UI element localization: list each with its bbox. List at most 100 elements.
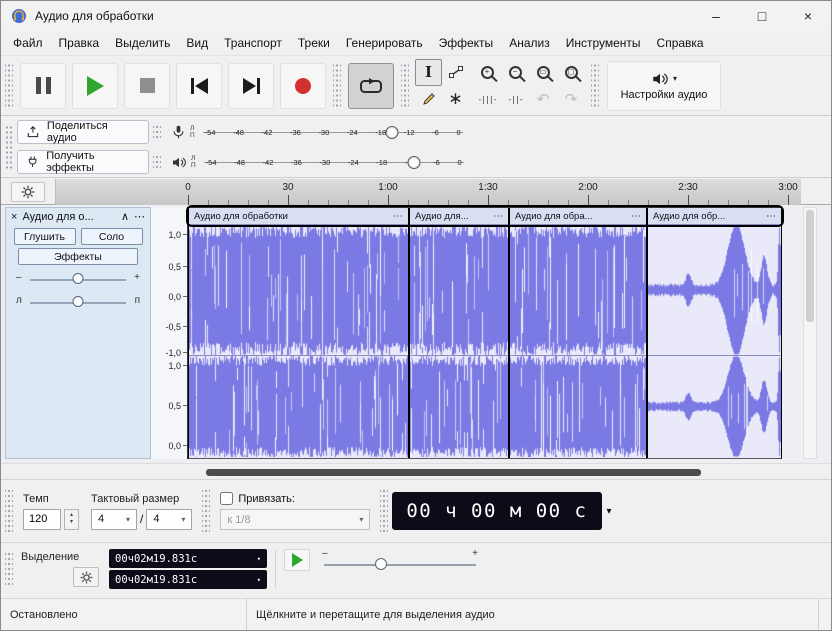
toolbar-grip[interactable]: [5, 550, 13, 588]
menu-item[interactable]: Инструменты: [558, 36, 649, 50]
waveform-left-channel[interactable]: [648, 225, 781, 355]
menu-item[interactable]: Треки: [290, 36, 338, 50]
vertical-scrollbar-thumb[interactable]: [806, 210, 814, 322]
skip-to-end-button[interactable]: [228, 62, 274, 109]
toolbar-grip[interactable]: [5, 125, 13, 169]
menu-item[interactable]: Транспорт: [216, 36, 290, 50]
pause-button[interactable]: [20, 62, 66, 109]
trim-outside-selection-button[interactable]: -|||-: [473, 86, 501, 113]
track-menu-button[interactable]: ⋯: [134, 210, 145, 223]
toolbar-grip[interactable]: [153, 156, 161, 168]
horizontal-scrollbar[interactable]: [1, 463, 831, 480]
maximize-button[interactable]: □: [739, 1, 785, 31]
vertical-scale-ruler[interactable]: 1,0 0,5 0,0 -0,5 -1,0 1,0 0,5 0,0: [151, 207, 188, 459]
waveform-right-channel[interactable]: [189, 356, 408, 457]
waveform-right-channel[interactable]: [410, 356, 508, 457]
waveform-left-channel[interactable]: [189, 225, 408, 355]
zoom-out-button[interactable]: −: [501, 59, 529, 86]
multi-tool-button[interactable]: ∗: [442, 86, 469, 113]
menu-item[interactable]: Анализ: [501, 36, 558, 50]
zoom-selection-button[interactable]: ▭: [529, 59, 557, 86]
clip-header[interactable]: Аудио для... ⋯: [410, 208, 508, 225]
selection-settings-button[interactable]: [73, 567, 99, 587]
toolbar-grip[interactable]: [591, 63, 599, 108]
time-signature-upper-select[interactable]: 4 ▾: [91, 508, 137, 530]
toolbar-grip[interactable]: [380, 487, 389, 535]
waveform-left-channel[interactable]: [510, 225, 646, 355]
collapse-track-button[interactable]: ∧: [121, 210, 129, 223]
audio-clip[interactable]: Аудио для обра... ⋯: [508, 208, 646, 458]
zoom-fit-button[interactable]: ◻: [557, 59, 585, 86]
toolbar-grip[interactable]: [202, 487, 211, 535]
record-volume-slider[interactable]: [385, 126, 399, 139]
speed-slider-thumb[interactable]: [374, 558, 387, 570]
snap-checkbox[interactable]: [220, 492, 234, 505]
toolbar-grip[interactable]: [5, 63, 13, 108]
tempo-input[interactable]: [23, 508, 61, 530]
undo-button[interactable]: ↶: [529, 86, 557, 113]
menu-item[interactable]: Эффекты: [431, 36, 502, 50]
toolbar-grip[interactable]: [153, 126, 161, 138]
playback-speed-slider[interactable]: – +: [320, 546, 480, 580]
clip-menu-button[interactable]: ⋯: [766, 211, 776, 222]
envelope-tool-button[interactable]: [442, 59, 469, 86]
zoom-in-button[interactable]: +: [473, 59, 501, 86]
clip-header[interactable]: Аудио для обра... ⋯: [510, 208, 646, 225]
stop-button[interactable]: [124, 62, 170, 109]
clip-menu-button[interactable]: ⋯: [393, 211, 403, 222]
spinner-up-icon[interactable]: ▴: [70, 512, 73, 519]
playback-volume-slider[interactable]: [407, 156, 421, 169]
selection-start-field[interactable]: 00ч02м19.831с ▾: [109, 549, 267, 568]
audio-setup-button[interactable]: ▾ Настройки аудио: [607, 60, 721, 111]
menu-item[interactable]: Вид: [178, 36, 216, 50]
menu-item[interactable]: Правка: [51, 36, 108, 50]
track-waveform-area[interactable]: Аудио для обработки ⋯ Аудио для... ⋯ Ауд…: [188, 207, 782, 459]
play-button[interactable]: [72, 62, 118, 109]
time-format-menu-button[interactable]: ▾: [607, 506, 612, 517]
snap-mode-select[interactable]: к 1/8 ▾: [220, 509, 371, 530]
spinner-down-icon[interactable]: ▾: [70, 519, 73, 526]
minimize-button[interactable]: –: [693, 1, 739, 31]
close-track-button[interactable]: ×: [11, 211, 17, 223]
waveform-right-channel[interactable]: [510, 356, 646, 457]
get-effects-button[interactable]: Получить эффекты: [17, 150, 149, 174]
timeline-options-button[interactable]: [11, 182, 45, 202]
toolbar-grip[interactable]: [5, 487, 13, 535]
audio-clip[interactable]: Аудио для обработки ⋯: [189, 208, 408, 458]
menu-item[interactable]: Справка: [649, 36, 712, 50]
silence-selection-button[interactable]: -||-: [501, 86, 529, 113]
selection-end-field[interactable]: 00ч02м19.831с ▾: [109, 570, 267, 589]
clip-menu-button[interactable]: ⋯: [631, 211, 641, 222]
redo-button[interactable]: ↷: [557, 86, 585, 113]
playback-meter[interactable]: ЛП -54-48-42-36-30-24-18-12-60: [171, 150, 468, 174]
clip-menu-button[interactable]: ⋯: [493, 211, 503, 222]
menu-item[interactable]: Генерировать: [338, 36, 431, 50]
share-audio-button[interactable]: Поделиться аудио: [17, 120, 149, 144]
menu-item[interactable]: Выделить: [107, 36, 178, 50]
timeline-ruler[interactable]: 0 30 1:00 1:30 2:00 2:30 3:00: [55, 179, 801, 205]
tempo-spinner[interactable]: ▴ ▾: [64, 508, 79, 530]
audio-clip[interactable]: Аудио для... ⋯: [408, 208, 508, 458]
waveform-right-channel[interactable]: [648, 356, 781, 457]
gain-slider[interactable]: – +: [16, 270, 140, 288]
effects-button[interactable]: Эффекты: [18, 248, 138, 265]
loop-button[interactable]: [348, 62, 394, 109]
solo-button[interactable]: Соло: [80, 228, 143, 245]
track-name[interactable]: Аудио для о...: [22, 211, 116, 223]
record-meter[interactable]: ЛП -54 -48 -42 -36 -30 -24 -18 -12 -6 0: [171, 120, 467, 144]
close-button[interactable]: ×: [785, 1, 831, 31]
mute-button[interactable]: Глушить: [13, 228, 76, 245]
selection-tool-button[interactable]: I: [415, 58, 442, 86]
clip-header[interactable]: Аудио для обр... ⋯: [648, 208, 781, 225]
gain-slider-thumb[interactable]: [72, 273, 84, 284]
time-signature-lower-select[interactable]: 4 ▾: [146, 508, 193, 530]
menu-item[interactable]: Файл: [5, 36, 51, 50]
audio-position-display[interactable]: 00 ч 00 м 00 с: [392, 492, 602, 530]
clip-header[interactable]: Аудио для обработки ⋯: [189, 208, 408, 225]
toolbar-grip[interactable]: [401, 63, 409, 108]
draw-tool-button[interactable]: [415, 86, 442, 113]
skip-to-start-button[interactable]: [176, 62, 222, 109]
record-button[interactable]: [280, 62, 326, 109]
pan-slider[interactable]: л п: [16, 293, 140, 311]
pan-slider-thumb[interactable]: [72, 296, 84, 307]
